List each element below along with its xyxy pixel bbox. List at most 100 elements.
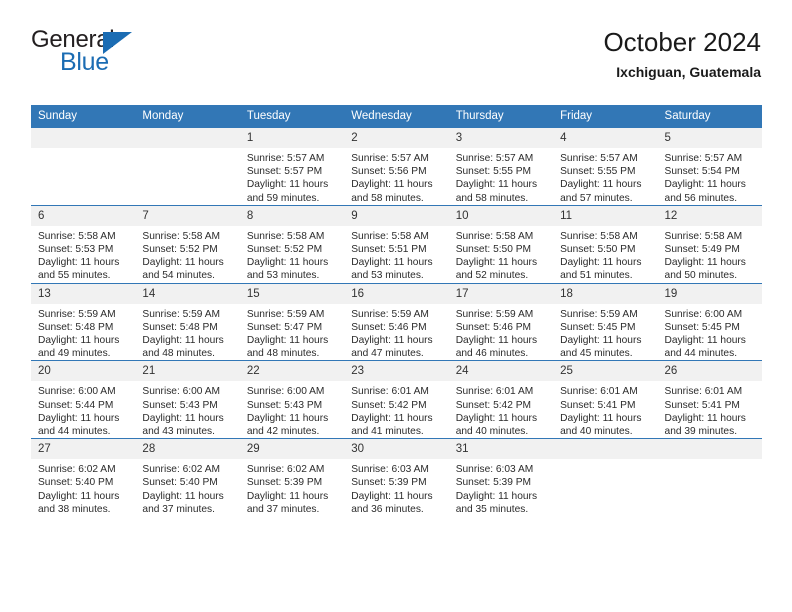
sunset-text: Sunset: 5:52 PM	[246, 244, 323, 256]
daylight-text: Daylight: 11 hours and 59 minutes.	[246, 179, 329, 204]
sunrise-text: Sunrise: 6:02 AM	[246, 464, 325, 476]
sunrise-text: Sunrise: 5:59 AM	[560, 308, 638, 320]
weekday-header-saturday: Saturday	[657, 105, 762, 128]
calendar-day-cell[interactable]: 7 Sunrise: 5:58 AM Sunset: 5:52 PM Daylight…	[135, 204, 240, 284]
calendar-day-cell[interactable]: 21 Sunrise: 6:00 AM Sunset: 5:43 PM Dayligh…	[135, 360, 240, 439]
calendar-day-cell[interactable]: 29 Sunrise: 6:02 AM Sunset: 5:39 PM Dayligh…	[239, 438, 345, 517]
day-details: Sunrise: 5:58 AM Sunset: 5:50 PM Daylight:…	[553, 226, 657, 283]
calendar-day-cell[interactable]: 3 Sunrise: 5:57 AM Sunset: 5:55 PM Daylight…	[448, 127, 554, 206]
calendar-cell-empty	[553, 438, 658, 517]
page-subtitle: Ixchiguan, Guatemala	[616, 64, 761, 80]
day-number: 19	[657, 283, 762, 304]
daylight-text: Daylight: 11 hours and 40 minutes.	[455, 412, 538, 438]
sunrise-text: Sunrise: 6:00 AM	[142, 386, 221, 398]
calendar-day-cell[interactable]: 19 Sunrise: 6:00 AM Sunset: 5:45 PM Dayligh…	[657, 282, 762, 361]
sunset-text: Sunset: 5:40 PM	[38, 477, 114, 489]
sunset-text: Sunset: 5:42 PM	[455, 399, 532, 411]
daylight-text: Daylight: 11 hours and 54 minutes.	[142, 257, 224, 282]
calendar-cell-empty	[31, 127, 136, 206]
sunrise-text: Sunrise: 5:59 AM	[351, 308, 429, 320]
sunset-text: Sunset: 5:45 PM	[664, 321, 740, 333]
sunset-text: Sunset: 5:40 PM	[142, 477, 218, 489]
calendar-day-cell[interactable]: 14 Sunrise: 5:59 AM Sunset: 5:48 PM Dayligh…	[135, 282, 240, 361]
daylight-text: Daylight: 11 hours and 48 minutes.	[246, 335, 329, 360]
sunset-text: Sunset: 5:41 PM	[560, 399, 636, 411]
sunrise-text: Sunrise: 5:57 AM	[455, 153, 534, 164]
calendar-day-cell[interactable]: 28 Sunrise: 6:02 AM Sunset: 5:40 PM Dayligh…	[135, 438, 240, 517]
day-details: Sunrise: 6:01 AM Sunset: 5:42 PM Daylight:…	[449, 381, 553, 438]
daylight-text: Daylight: 11 hours and 46 minutes.	[455, 335, 538, 360]
sunset-text: Sunset: 5:46 PM	[351, 321, 427, 333]
calendar-day-cell[interactable]: 2 Sunrise: 5:57 AM Sunset: 5:56 PM Daylight…	[344, 127, 449, 206]
calendar-day-cell[interactable]: 25 Sunrise: 6:01 AM Sunset: 5:41 PM Dayligh…	[553, 360, 658, 439]
weekday-header-tuesday: Tuesday	[239, 105, 345, 128]
day-details: Sunrise: 6:01 AM Sunset: 5:41 PM Daylight:…	[658, 381, 762, 438]
day-details: Sunrise: 6:00 AM Sunset: 5:45 PM Daylight:…	[658, 304, 762, 361]
calendar-day-cell[interactable]: 4 Sunrise: 5:57 AM Sunset: 5:55 PM Daylight…	[553, 127, 658, 206]
sunrise-text: Sunrise: 5:57 AM	[560, 153, 638, 164]
calendar-day-cell[interactable]: 22 Sunrise: 6:00 AM Sunset: 5:43 PM Dayligh…	[239, 360, 345, 439]
calendar-day-cell[interactable]: 11 Sunrise: 5:58 AM Sunset: 5:50 PM Dayligh…	[553, 204, 658, 284]
day-number: 12	[657, 205, 762, 226]
day-details: Sunrise: 5:59 AM Sunset: 5:46 PM Daylight:…	[344, 304, 448, 361]
calendar-day-cell[interactable]: 20 Sunrise: 6:00 AM Sunset: 5:44 PM Dayligh…	[31, 360, 136, 439]
calendar-day-cell[interactable]: 6 Sunrise: 5:58 AM Sunset: 5:53 PM Daylight…	[31, 204, 136, 284]
day-details: Sunrise: 6:00 AM Sunset: 5:44 PM Daylight:…	[31, 381, 135, 438]
generalblue-logo[interactable]: General Blue	[31, 26, 211, 86]
calendar-day-cell[interactable]: 12 Sunrise: 5:58 AM Sunset: 5:49 PM Dayligh…	[657, 204, 762, 284]
day-details: Sunrise: 5:58 AM Sunset: 5:52 PM Daylight:…	[240, 226, 344, 283]
weekday-header-monday: Monday	[135, 105, 240, 128]
day-details: Sunrise: 6:00 AM Sunset: 5:43 PM Daylight:…	[135, 381, 239, 438]
day-details: Sunrise: 6:02 AM Sunset: 5:40 PM Daylight:…	[135, 459, 239, 516]
calendar-day-cell[interactable]: 27 Sunrise: 6:02 AM Sunset: 5:40 PM Dayligh…	[31, 438, 136, 517]
calendar-week-row: 20 Sunrise: 6:00 AM Sunset: 5:44 PM Dayligh…	[31, 360, 762, 439]
daylight-text: Daylight: 11 hours and 37 minutes.	[142, 490, 224, 515]
day-number	[553, 439, 658, 460]
daylight-text: Daylight: 11 hours and 51 minutes.	[560, 257, 642, 282]
calendar-day-cell[interactable]: 16 Sunrise: 5:59 AM Sunset: 5:46 PM Dayligh…	[344, 282, 449, 361]
sunrise-text: Sunrise: 6:02 AM	[38, 464, 116, 476]
day-number: 20	[31, 361, 136, 382]
calendar-day-cell[interactable]: 8 Sunrise: 5:58 AM Sunset: 5:52 PM Daylight…	[239, 204, 345, 284]
daylight-text: Daylight: 11 hours and 47 minutes.	[351, 335, 433, 360]
daylight-text: Daylight: 11 hours and 57 minutes.	[560, 179, 642, 204]
calendar-day-cell[interactable]: 9 Sunrise: 5:58 AM Sunset: 5:51 PM Daylight…	[344, 204, 449, 284]
day-number: 21	[135, 361, 240, 382]
daylight-text: Daylight: 11 hours and 45 minutes.	[560, 335, 642, 360]
sunrise-text: Sunrise: 5:57 AM	[351, 153, 429, 164]
calendar-day-cell[interactable]: 26 Sunrise: 6:01 AM Sunset: 5:41 PM Dayligh…	[657, 360, 762, 439]
sunrise-text: Sunrise: 5:58 AM	[246, 230, 325, 242]
sunset-text: Sunset: 5:53 PM	[38, 244, 114, 256]
day-details: Sunrise: 5:59 AM Sunset: 5:48 PM Daylight:…	[135, 304, 239, 361]
calendar-day-cell[interactable]: 17 Sunrise: 5:59 AM Sunset: 5:46 PM Dayligh…	[448, 282, 554, 361]
calendar-day-cell[interactable]: 18 Sunrise: 5:59 AM Sunset: 5:45 PM Dayligh…	[553, 282, 658, 361]
calendar-day-cell[interactable]: 24 Sunrise: 6:01 AM Sunset: 5:42 PM Dayligh…	[448, 360, 554, 439]
day-details: Sunrise: 5:59 AM Sunset: 5:48 PM Daylight:…	[31, 304, 135, 361]
day-number: 16	[344, 283, 449, 304]
sunset-text: Sunset: 5:39 PM	[455, 477, 532, 489]
calendar-day-cell[interactable]: 10 Sunrise: 5:58 AM Sunset: 5:50 PM Dayligh…	[448, 204, 554, 284]
calendar-day-cell[interactable]: 1 Sunrise: 5:57 AM Sunset: 5:57 PM Daylight…	[239, 127, 345, 206]
calendar-day-cell[interactable]: 15 Sunrise: 5:59 AM Sunset: 5:47 PM Dayligh…	[239, 282, 345, 361]
day-number: 30	[344, 439, 449, 460]
page-header: General Blue October 2024 Ixchiguan, Gua…	[31, 26, 761, 98]
calendar-day-cell[interactable]: 31 Sunrise: 6:03 AM Sunset: 5:39 PM Dayligh…	[448, 438, 554, 517]
calendar-day-cell[interactable]: 30 Sunrise: 6:03 AM Sunset: 5:39 PM Dayligh…	[344, 438, 449, 517]
day-number	[135, 128, 240, 148]
calendar-day-cell[interactable]: 13 Sunrise: 5:59 AM Sunset: 5:48 PM Dayligh…	[31, 282, 136, 361]
day-details: Sunrise: 5:57 AM Sunset: 5:54 PM Daylight:…	[658, 148, 762, 205]
day-number: 18	[553, 283, 658, 304]
sunrise-text: Sunrise: 5:58 AM	[664, 230, 743, 242]
sunrise-text: Sunrise: 6:01 AM	[455, 386, 534, 398]
calendar-cell-empty	[657, 438, 762, 517]
sunrise-text: Sunrise: 6:00 AM	[38, 386, 116, 398]
sunset-text: Sunset: 5:56 PM	[351, 166, 427, 178]
calendar-day-cell[interactable]: 5 Sunrise: 5:57 AM Sunset: 5:54 PM Daylight…	[657, 127, 762, 206]
daylight-text: Daylight: 11 hours and 56 minutes.	[664, 179, 746, 204]
calendar-day-cell[interactable]: 23 Sunrise: 6:01 AM Sunset: 5:42 PM Dayligh…	[344, 360, 449, 439]
daylight-text: Daylight: 11 hours and 58 minutes.	[351, 179, 433, 204]
sunrise-text: Sunrise: 6:02 AM	[142, 464, 221, 476]
day-details: Sunrise: 5:57 AM Sunset: 5:56 PM Daylight:…	[344, 148, 448, 205]
sunset-text: Sunset: 5:55 PM	[455, 166, 532, 178]
day-details: Sunrise: 5:59 AM Sunset: 5:47 PM Daylight:…	[240, 304, 344, 361]
